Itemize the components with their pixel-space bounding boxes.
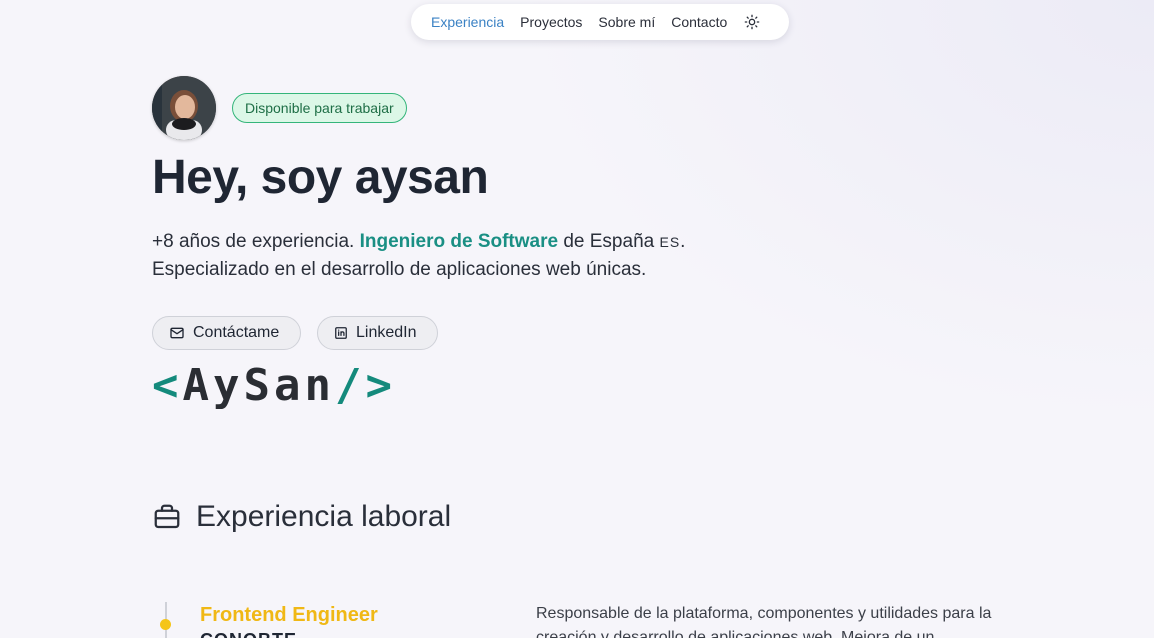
desc-suffix: . (680, 231, 686, 252)
job-title: Frontend Engineer (200, 604, 378, 626)
page-title: Hey, soy aysan (152, 151, 489, 204)
briefcase-icon (154, 504, 180, 529)
job-description: Responsable de la plataforma, componente… (536, 605, 992, 638)
desc-highlight: Ingeniero de Software (359, 231, 559, 252)
contact-button-label: Contáctame (193, 324, 280, 341)
logo-open-bracket: < (152, 360, 183, 411)
logo-name: AySan (182, 360, 335, 411)
linkedin-button[interactable]: LinkedIn (317, 316, 438, 350)
mail-icon (170, 327, 184, 339)
status-badge: Disponible para trabajar (232, 93, 407, 123)
section-title: Experiencia laboral (196, 500, 452, 533)
avatar (152, 76, 216, 140)
desc-prefix: +8 años de experiencia. (152, 231, 355, 252)
sun-icon[interactable] (743, 13, 761, 31)
experience-section-header: Experiencia laboral (152, 500, 451, 534)
desc-middle: de España (563, 231, 655, 252)
nav-link-contacto[interactable]: Contacto (671, 14, 727, 30)
job-company: CONOBTE (200, 630, 297, 638)
aysan-logo: <AySan/> (152, 360, 396, 411)
linkedin-icon (335, 327, 347, 339)
linkedin-button-label: LinkedIn (356, 324, 417, 341)
hero-description: +8 años de experiencia. Ingeniero de Sof… (152, 228, 792, 284)
logo-close-bracket: /> (334, 360, 396, 411)
nav-link-sobre-mi[interactable]: Sobre mí (598, 14, 655, 30)
desc-line2: Especializado en el desarrollo de aplica… (152, 259, 647, 280)
top-nav: Experiencia Proyectos Sobre mí Contacto (411, 4, 789, 40)
spain-flag: ES (659, 234, 681, 250)
nav-link-experiencia[interactable]: Experiencia (431, 14, 504, 30)
timeline-dot (160, 619, 171, 630)
nav-link-proyectos[interactable]: Proyectos (520, 14, 582, 30)
contact-button[interactable]: Contáctame (152, 316, 301, 350)
